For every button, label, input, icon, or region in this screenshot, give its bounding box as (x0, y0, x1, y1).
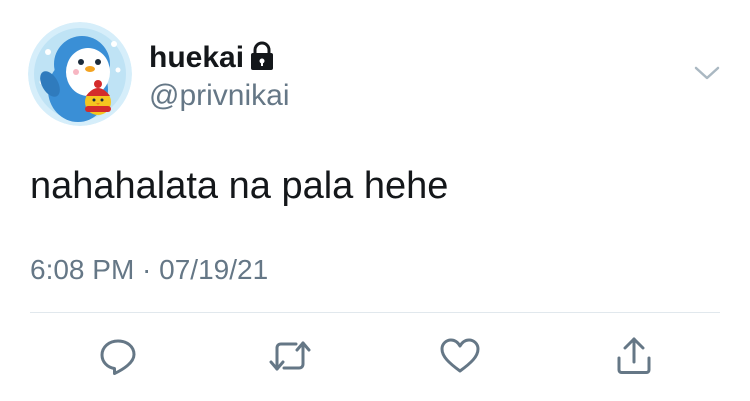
retweet-button[interactable] (268, 334, 312, 378)
tweet-card: huekai @privnikai nahahalata na pala heh… (0, 0, 750, 401)
penguin-avatar-icon[interactable] (28, 22, 132, 126)
user-handle[interactable]: @privnikai (149, 78, 290, 114)
chevron-down-icon[interactable] (692, 62, 722, 84)
tweet-timestamp[interactable]: 6:08 PM · 07/19/21 (30, 252, 268, 288)
display-name[interactable]: huekai (149, 40, 244, 76)
like-button[interactable] (438, 334, 482, 378)
share-icon (617, 337, 651, 374)
tweet-text: nahahalata na pala hehe (30, 165, 449, 207)
reply-button[interactable] (96, 334, 140, 378)
lock-icon (247, 40, 277, 72)
share-button[interactable] (612, 334, 656, 378)
heart-icon (440, 338, 480, 373)
divider (30, 312, 720, 313)
retweet-icon (269, 341, 311, 371)
reply-icon (100, 339, 136, 375)
